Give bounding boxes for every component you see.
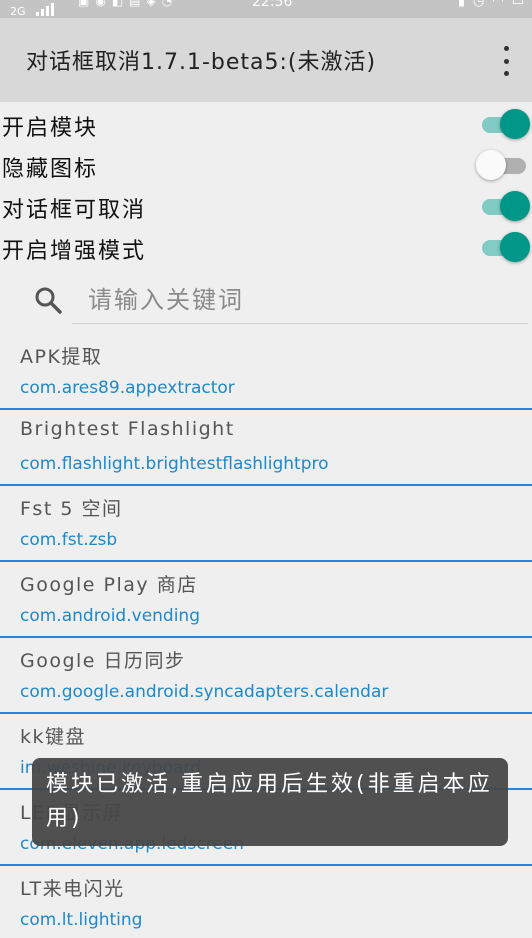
app-list-item[interactable]: Brightest Flashlight com.flashlight.brigh… bbox=[0, 410, 532, 486]
app-package: com.flashlight.brightestflashlightpro bbox=[20, 454, 329, 474]
search-input[interactable] bbox=[72, 276, 528, 323]
setting-row: 开启模块 bbox=[0, 104, 532, 144]
notification-icons: ▣ ◉ ◧ ▤ ◈ ◔ bbox=[78, 0, 172, 8]
status-bar: 2G ▣ ◉ ◧ ▤ ◈ ◔ 22:56 ▮ ◷ ◠ ▭ bbox=[0, 0, 532, 18]
notification-icon: ◧ bbox=[111, 0, 124, 8]
app-package: com.android.vending bbox=[20, 606, 201, 626]
app-list: APK提取 com.ares89.appextractor Brightest Fl… bbox=[0, 334, 532, 938]
alarm-icon: ◔ bbox=[161, 0, 173, 8]
switch-thumb bbox=[500, 232, 530, 262]
app-package: com.google.android.syncadapters.calendar bbox=[20, 682, 389, 702]
setting-row: 对话框可取消 bbox=[0, 186, 532, 226]
app-list-item[interactable]: Google Play 商店 com.android.vending bbox=[0, 562, 532, 638]
more-vert-icon[interactable] bbox=[500, 46, 512, 76]
setting-label: 开启模块 bbox=[2, 116, 99, 141]
toggle-switch[interactable] bbox=[478, 232, 530, 262]
signal-icon bbox=[36, 2, 54, 16]
app-name: Fst 5 空间 bbox=[20, 498, 123, 520]
toggle-switch[interactable] bbox=[478, 109, 530, 139]
toast-text: 模块已激活,重启应用后生效(非重启本应用) bbox=[46, 772, 493, 831]
status-icons: ▮ ◷ ◠ ▭ bbox=[458, 0, 524, 9]
setting-row: 开启增强模式 bbox=[0, 227, 532, 267]
toggle-switch[interactable] bbox=[478, 191, 530, 221]
app-list-item[interactable]: APK提取 com.ares89.appextractor bbox=[0, 334, 532, 410]
setting-label: 对话框可取消 bbox=[2, 198, 147, 223]
app-list-item[interactable]: LT来电闪光 com.lt.lighting bbox=[0, 866, 532, 938]
notification-icon: ◈ bbox=[146, 0, 156, 8]
page-title: 对话框取消1.7.1-beta5:(未激活) bbox=[26, 50, 377, 75]
clock: 22:56 bbox=[252, 0, 293, 10]
app-list-item[interactable]: Google 日历同步 com.google.android.syncadapte… bbox=[0, 638, 532, 714]
app-name: APK提取 bbox=[20, 346, 103, 368]
toast-message: 模块已激活,重启应用后生效(非重启本应用) bbox=[32, 758, 508, 846]
app-name: Google Play 商店 bbox=[20, 574, 198, 596]
network-type: 2G bbox=[10, 5, 26, 18]
notification-icon: ◉ bbox=[95, 0, 106, 8]
app-package: com.lt.lighting bbox=[20, 910, 143, 930]
battery-icon: ▭ bbox=[511, 0, 524, 9]
setting-row: 隐藏图标 bbox=[0, 145, 532, 185]
app-package: com.fst.zsb bbox=[20, 530, 118, 550]
app-package: com.ares89.appextractor bbox=[20, 378, 235, 398]
app-name: kk键盘 bbox=[20, 726, 87, 748]
app-list-item[interactable]: Fst 5 空间 com.fst.zsb bbox=[0, 486, 532, 562]
switch-thumb bbox=[500, 191, 530, 221]
setting-label: 隐藏图标 bbox=[2, 157, 99, 182]
search-bar bbox=[0, 272, 532, 330]
toggle-switch[interactable] bbox=[476, 150, 528, 180]
battery-saver-icon: ▮ bbox=[457, 0, 466, 9]
app-name: LT来电闪光 bbox=[20, 878, 125, 900]
search-icon[interactable] bbox=[34, 286, 62, 314]
wifi-icon: ◠ bbox=[492, 0, 504, 9]
notification-icon: ▣ bbox=[78, 0, 90, 8]
setting-label: 开启增强模式 bbox=[2, 239, 147, 264]
search-field bbox=[72, 276, 528, 324]
alarm-clock-icon: ◷ bbox=[473, 0, 485, 9]
switch-thumb bbox=[500, 109, 530, 139]
app-name: Google 日历同步 bbox=[20, 650, 186, 672]
notification-icon: ▤ bbox=[129, 0, 141, 8]
switch-thumb bbox=[476, 150, 506, 180]
app-name: Brightest Flashlight bbox=[20, 418, 235, 440]
app-toolbar: 对话框取消1.7.1-beta5:(未激活) bbox=[0, 18, 532, 102]
